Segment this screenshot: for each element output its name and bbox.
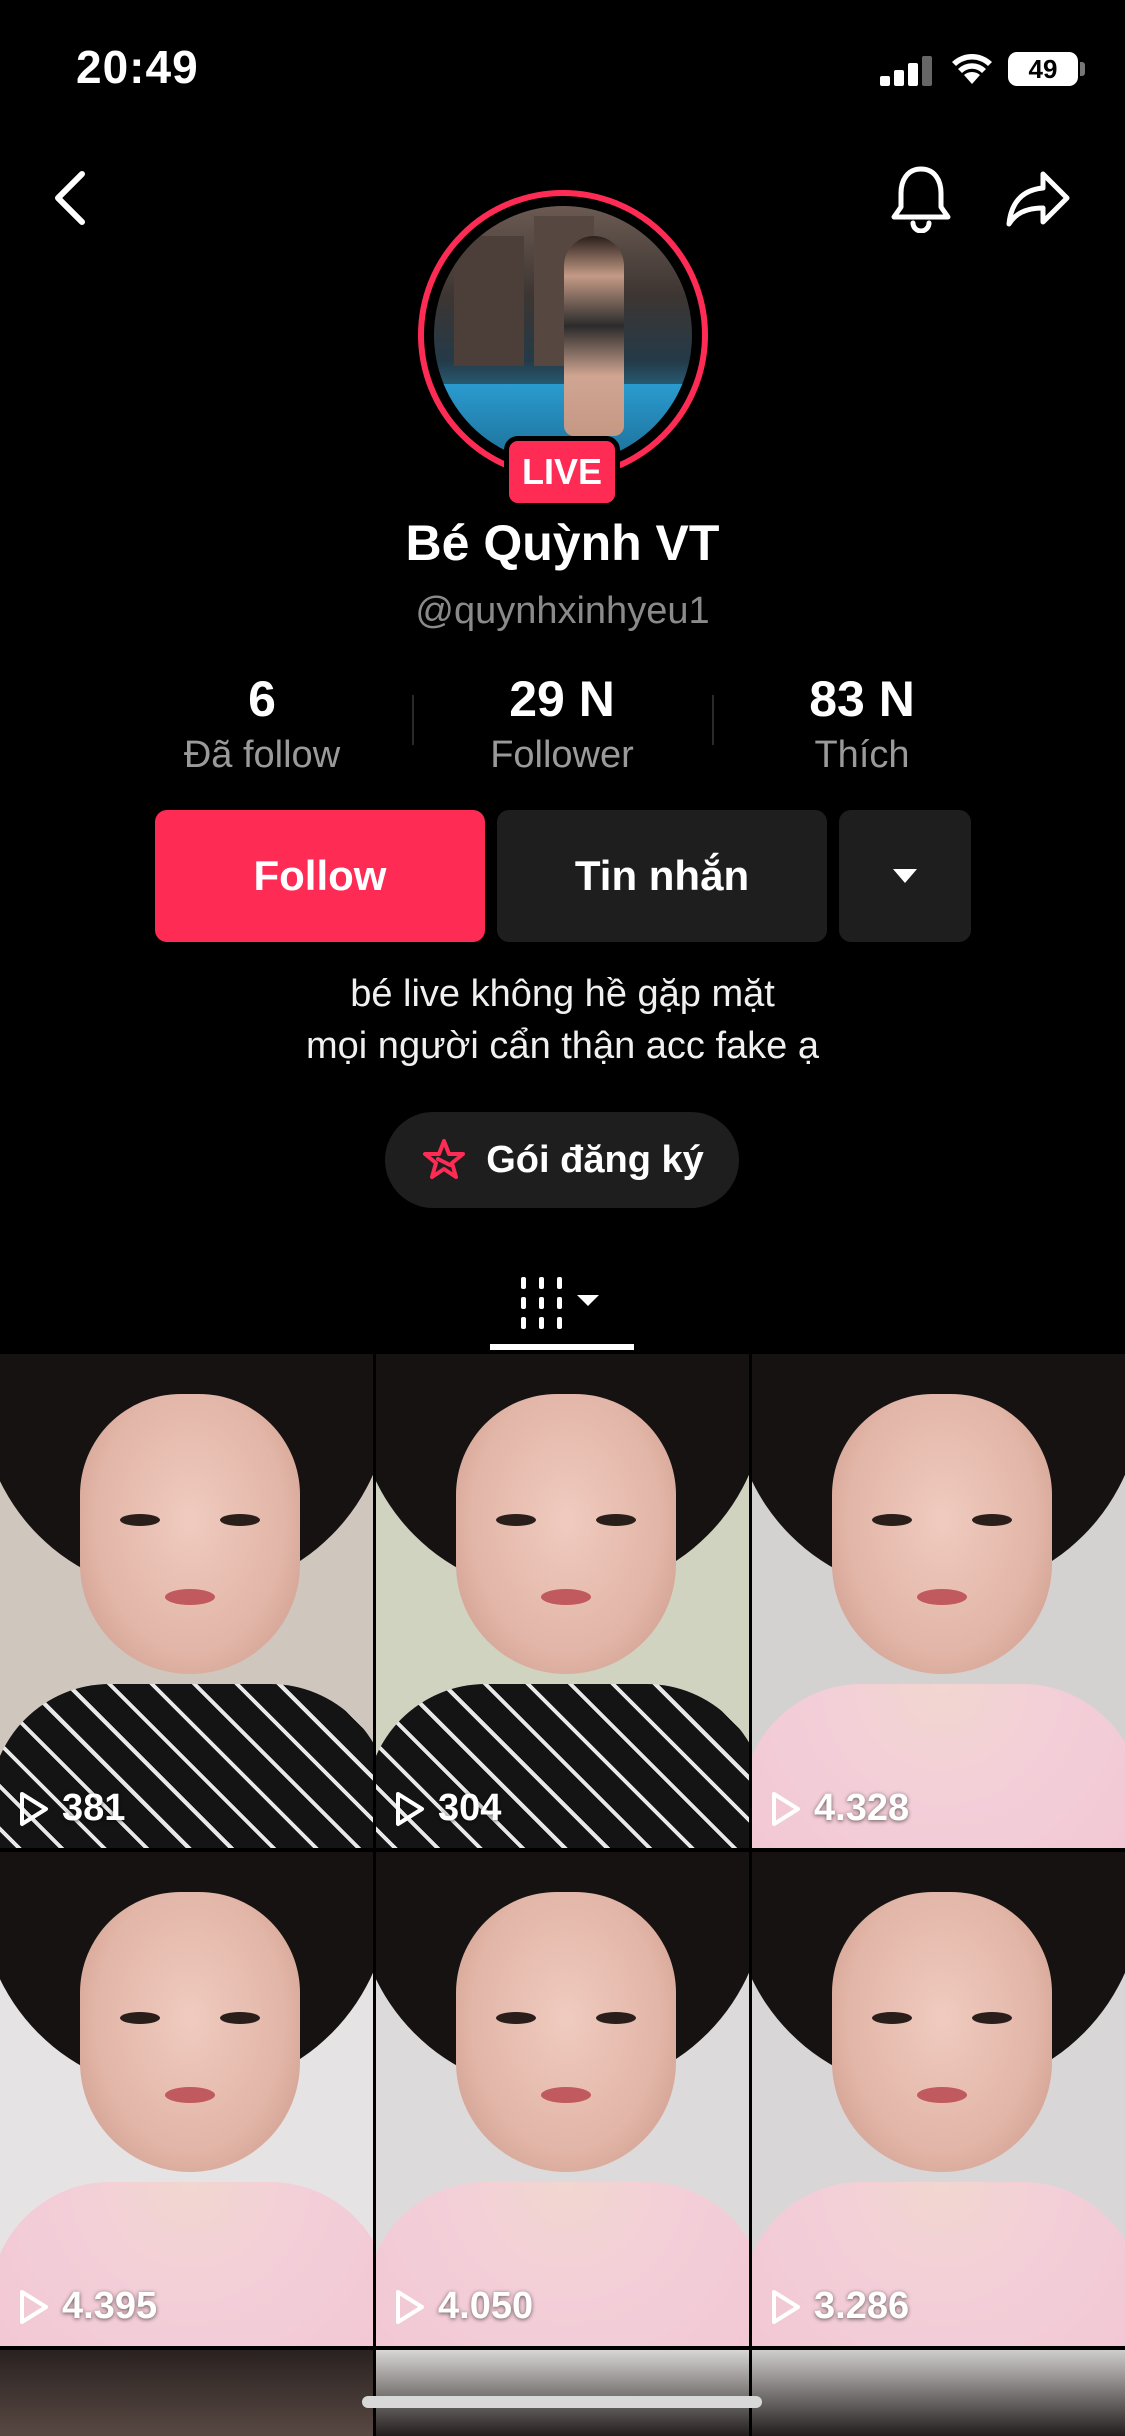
stat-followers-label: Follower xyxy=(490,734,634,776)
live-badge[interactable]: LIVE xyxy=(504,436,620,508)
play-count-value: 4.328 xyxy=(814,1787,910,1829)
play-count-value: 3.286 xyxy=(814,2285,910,2327)
play-count: 4.395 xyxy=(18,2285,157,2328)
subscription-label: Gói đăng ký xyxy=(486,1138,704,1181)
back-button[interactable] xyxy=(40,160,100,236)
play-icon xyxy=(396,2289,424,2324)
video-tile[interactable] xyxy=(0,2350,373,2436)
stat-likes-value: 83 N xyxy=(809,671,915,727)
video-tile[interactable]: 381 xyxy=(0,1354,373,1848)
tab-active-indicator xyxy=(490,1344,634,1350)
play-count: 4.328 xyxy=(770,1787,909,1830)
stat-followers[interactable]: 29 N Follower xyxy=(452,670,672,777)
share-button[interactable] xyxy=(998,160,1078,236)
stat-divider xyxy=(712,695,714,745)
follow-button[interactable]: Follow xyxy=(155,810,485,942)
tab-videos[interactable] xyxy=(490,1255,634,1351)
play-icon xyxy=(396,1791,424,1826)
wifi-icon xyxy=(952,54,992,84)
message-button[interactable]: Tin nhắn xyxy=(497,810,827,942)
play-icon xyxy=(20,2289,48,2324)
cellular-signal-icon xyxy=(880,56,934,86)
home-indicator[interactable] xyxy=(362,2396,762,2408)
chevron-left-icon xyxy=(55,171,85,225)
play-count: 381 xyxy=(18,1787,125,1830)
play-count-value: 304 xyxy=(438,1787,502,1829)
stat-likes-label: Thích xyxy=(814,734,910,776)
play-icon xyxy=(20,1791,48,1826)
bio: bé live không hề gặp mặt mọi người cẩn t… xyxy=(0,968,1125,1072)
stat-divider xyxy=(412,695,414,745)
video-tile[interactable]: 3.286 xyxy=(752,1852,1125,2346)
stat-followers-value: 29 N xyxy=(509,671,615,727)
more-options-button[interactable] xyxy=(839,810,971,942)
stat-likes[interactable]: 83 N Thích xyxy=(752,670,972,777)
video-tile[interactable]: 4.395 xyxy=(0,1852,373,2346)
battery-icon: 49 xyxy=(1008,52,1078,86)
video-tile[interactable]: 304 xyxy=(376,1354,749,1848)
video-tile[interactable] xyxy=(376,2350,749,2436)
notification-button[interactable] xyxy=(885,160,957,236)
battery-tip xyxy=(1080,62,1085,76)
stat-following-value: 6 xyxy=(248,671,276,727)
username: @quynhxinhyeu1 xyxy=(415,590,710,632)
share-arrow-icon xyxy=(1006,171,1070,227)
video-tile[interactable]: 4.328 xyxy=(752,1354,1125,1848)
avatar xyxy=(434,206,692,464)
play-icon xyxy=(772,1791,800,1826)
status-time: 20:49 xyxy=(76,41,199,93)
play-count-value: 4.395 xyxy=(62,2285,158,2327)
bell-icon xyxy=(891,166,951,233)
play-count: 304 xyxy=(394,1787,501,1830)
play-count-value: 381 xyxy=(62,1787,126,1829)
play-count-value: 4.050 xyxy=(438,2285,534,2327)
status-bar: 20:49 49 xyxy=(0,0,1125,140)
bio-line: bé live không hề gặp mặt xyxy=(350,973,775,1015)
subscription-button[interactable]: Gói đăng ký xyxy=(385,1112,739,1208)
video-tile[interactable] xyxy=(752,2350,1125,2436)
caret-down-icon xyxy=(893,869,917,883)
play-icon xyxy=(772,2289,800,2324)
display-name: Bé Quỳnh VT xyxy=(405,515,720,571)
bio-line: mọi người cẩn thận acc fake ạ xyxy=(306,1025,819,1067)
video-tile[interactable]: 4.050 xyxy=(376,1852,749,2346)
stat-following-label: Đã follow xyxy=(183,734,341,776)
play-count: 3.286 xyxy=(770,2285,909,2328)
play-count: 4.050 xyxy=(394,2285,533,2328)
stat-following[interactable]: 6 Đã follow xyxy=(152,670,372,777)
star-badge-icon xyxy=(423,1139,466,1179)
grid-icon xyxy=(521,1277,599,1329)
